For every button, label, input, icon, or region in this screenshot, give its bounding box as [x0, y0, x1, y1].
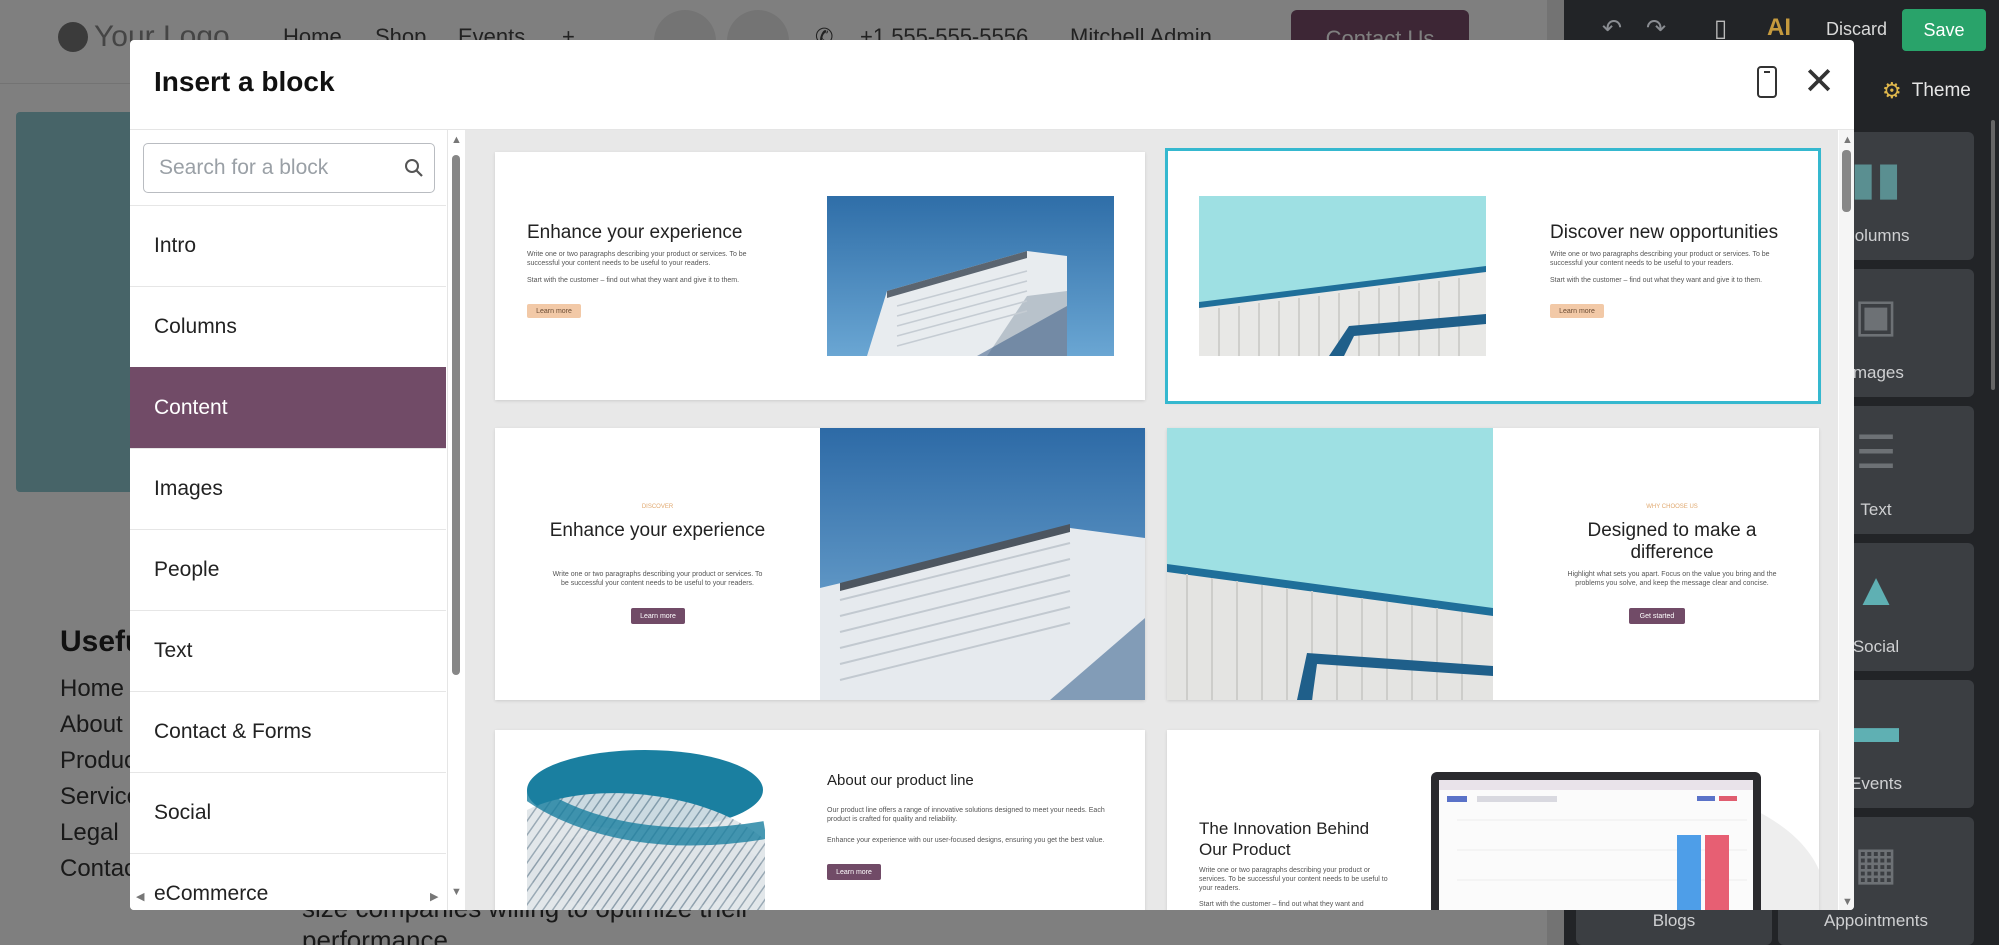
dialog-header: Insert a block ✕ — [130, 40, 1854, 130]
scroll-right-icon[interactable]: ▶ — [430, 890, 438, 903]
scroll-down-icon[interactable]: ▼ — [451, 886, 462, 898]
preview-title: Designed to make a difference — [1587, 520, 1757, 563]
insert-block-dialog: Insert a block ✕ Intro Columns Content I… — [130, 40, 1854, 910]
search-icon[interactable] — [404, 158, 424, 178]
mobile-preview-icon[interactable]: ▯ — [1714, 14, 1727, 43]
mobile-preview-icon[interactable] — [1757, 66, 1777, 98]
category-contact-forms[interactable]: Contact & Forms — [130, 691, 446, 772]
preview-text: Highlight what sets you apart. Focus on … — [1567, 571, 1777, 587]
preview-title: The Innovation Behind Our Product — [1199, 819, 1370, 859]
category-intro[interactable]: Intro — [130, 205, 446, 286]
sidebar-scrollbar[interactable]: ▲ ▼ — [449, 130, 463, 910]
category-images[interactable]: Images — [130, 448, 446, 529]
category-columns[interactable]: Columns — [130, 286, 446, 367]
preview-title: Discover new opportunities — [1550, 222, 1779, 243]
search-input[interactable] — [144, 144, 394, 192]
undo-icon[interactable]: ↶ — [1602, 14, 1622, 43]
preview-text: Start with the customer – find out what … — [527, 277, 740, 284]
preview-eyebrow: DISCOVER — [641, 504, 674, 510]
building-image — [820, 428, 1145, 700]
discard-button[interactable]: Discard — [1826, 19, 1887, 40]
scrollbar-thumb[interactable] — [452, 155, 460, 675]
preview-button: Get started — [1629, 608, 1685, 624]
block-preview[interactable]: About our product line Our product line … — [495, 730, 1145, 910]
preview-button: Learn more — [527, 304, 581, 318]
theme-label: Theme — [1911, 80, 1971, 101]
abstract-architecture-image — [527, 750, 765, 910]
preview-text: Write one or two paragraphs describing y… — [552, 571, 763, 587]
category-people[interactable]: People — [130, 529, 446, 610]
dialog-title: Insert a block — [154, 66, 335, 97]
preview-text: Start with the customer – find out what … — [1550, 277, 1763, 284]
scrollbar-thumb[interactable] — [1842, 150, 1851, 212]
preview-scrollbar[interactable]: ▲ ▼ — [1839, 130, 1854, 910]
preview-button: Learn more — [631, 608, 685, 624]
preview-text: Write one or two paragraphs describing y… — [1550, 251, 1770, 267]
tile-label: Appointments — [1824, 911, 1928, 930]
scroll-down-icon[interactable]: ▼ — [1842, 896, 1853, 908]
preview-title: Enhance your experience — [549, 520, 766, 541]
redo-icon[interactable]: ↷ — [1646, 14, 1666, 43]
gear-icon: ⚙ — [1882, 78, 1902, 103]
block-preview-area: Enhance your experience Write one or two… — [465, 130, 1838, 910]
laptop-dashboard-image — [1431, 772, 1819, 910]
search-box — [143, 143, 435, 193]
preview-button: Learn more — [827, 864, 881, 880]
category-social[interactable]: Social — [130, 772, 446, 853]
preview-text: Write one or two paragraphs describing y… — [1199, 867, 1388, 892]
scroll-up-icon[interactable]: ▲ — [451, 134, 462, 146]
block-preview[interactable]: The Innovation Behind Our Product Write … — [1167, 730, 1819, 910]
preview-text: Start with the customer – find out what … — [1199, 901, 1364, 908]
preview-text: Write one or two paragraphs describing y… — [527, 251, 747, 267]
category-text[interactable]: Text — [130, 610, 446, 691]
preview-title: About our product line — [827, 772, 974, 789]
preview-text: Enhance your experience with our user-fo… — [827, 837, 1105, 844]
preview-title: Enhance your experience — [527, 222, 743, 243]
block-preview[interactable]: DISCOVER Enhance your experience Write o… — [495, 428, 1145, 700]
block-preview[interactable]: WHY CHOOSE US Designed to make a differe… — [1167, 428, 1819, 700]
warehouse-image — [1199, 196, 1486, 356]
category-sidebar: Intro Columns Content Images People Text… — [130, 130, 448, 910]
preview-text: Our product line offers a range of innov… — [827, 807, 1105, 823]
block-preview-selected[interactable]: Discover new opportunities Write one or … — [1165, 148, 1821, 404]
category-content[interactable]: Content — [130, 367, 446, 448]
block-preview[interactable]: Enhance your experience Write one or two… — [495, 152, 1145, 400]
tile-label: Blogs — [1652, 911, 1696, 930]
save-button[interactable]: Save — [1902, 9, 1986, 51]
scroll-up-icon[interactable]: ▲ — [1842, 134, 1853, 146]
building-image — [827, 196, 1114, 356]
close-icon[interactable]: ✕ — [1802, 62, 1836, 102]
preview-button: Learn more — [1550, 304, 1604, 318]
tab-theme[interactable]: ⚙ Theme — [1882, 78, 1971, 104]
ai-icon[interactable]: AI — [1767, 14, 1791, 42]
panel-scrollbar[interactable] — [1991, 120, 1995, 390]
preview-eyebrow: WHY CHOOSE US — [1646, 504, 1698, 510]
category-ecommerce[interactable]: eCommerce — [130, 853, 446, 910]
scroll-left-icon[interactable]: ◀ — [136, 890, 144, 903]
warehouse-image — [1167, 428, 1493, 700]
